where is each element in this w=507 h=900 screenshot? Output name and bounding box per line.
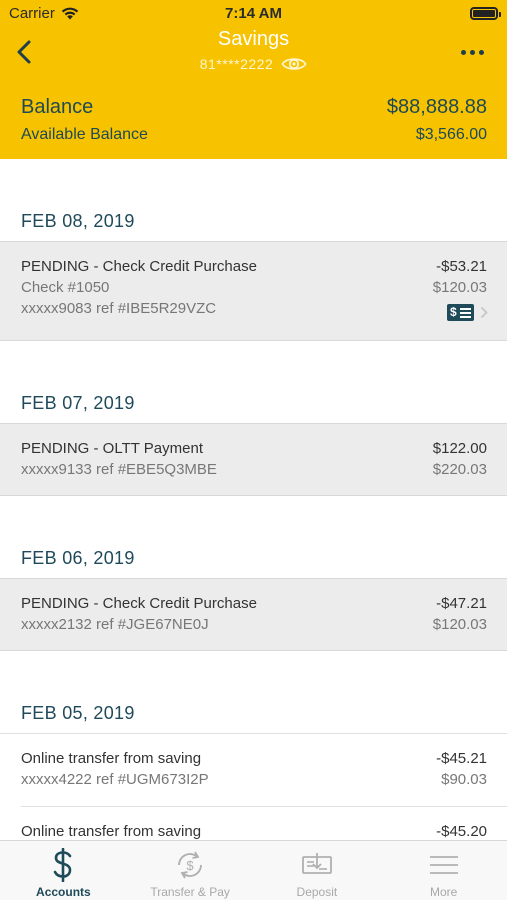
nav-bar: Savings 81****2222 (0, 28, 507, 84)
page-title: Savings (217, 28, 290, 50)
transaction-amount: $122.00 (432, 440, 487, 457)
date-label: FEB 08, 2019 (21, 211, 135, 231)
tab-accounts[interactable]: Accounts (0, 841, 127, 900)
transaction-reference: xxxxx9083 ref #IBE5R29VZC (21, 300, 217, 317)
transaction-description: PENDING - Check Credit Purchase (21, 595, 257, 612)
transaction-row[interactable]: PENDING - OLTT Payment $122.00 xxxxx9133 … (0, 423, 507, 496)
transaction-amount: -$45.20 (436, 823, 487, 840)
transaction-amount: -$53.21 (436, 258, 487, 275)
tab-bar: Accounts $ Transfer & Pay Deposit More (0, 840, 507, 900)
transaction-row[interactable]: Online transfer from saving -$45.20 (21, 806, 507, 840)
running-balance: $220.03 (432, 461, 487, 478)
tab-label: Transfer & Pay (150, 885, 230, 899)
tab-label: More (429, 885, 458, 899)
status-bar: Carrier 7:14 AM (0, 0, 507, 28)
dollar-icon (46, 848, 80, 882)
transaction-row[interactable]: PENDING - Check Credit Purchase -$53.21 C… (0, 241, 507, 341)
tab-more[interactable]: More (380, 841, 507, 900)
row-actions: $ (447, 304, 488, 321)
masked-account-number: 81****2222 (199, 56, 274, 72)
transaction-description: Online transfer from saving (21, 750, 202, 767)
transaction-amount: -$45.21 (436, 750, 487, 767)
transaction-row[interactable]: PENDING - Check Credit Purchase -$47.21 x… (0, 578, 507, 651)
available-balance-value: $3,566.00 (415, 126, 487, 143)
transaction-reference: xxxxx2132 ref #JGE67NE0J (21, 616, 209, 633)
check-number: Check #1050 (21, 279, 110, 296)
clock: 7:14 AM (225, 5, 282, 22)
date-header: FEB 07, 2019 (0, 341, 507, 423)
balance-value: $88,888.88 (386, 96, 487, 118)
account-header: Carrier 7:14 AM Savings 81****2222 Balan… (0, 0, 507, 159)
date-label: FEB 07, 2019 (21, 393, 135, 413)
transfer-icon: $ (173, 848, 207, 882)
transaction-reference: xxxxx9133 ref #EBE5Q3MBE (21, 461, 217, 478)
tab-label: Deposit (296, 885, 338, 899)
tab-transfer-pay[interactable]: $ Transfer & Pay (127, 841, 254, 900)
eye-icon[interactable] (281, 55, 307, 73)
chevron-right-icon (480, 306, 488, 319)
transaction-amount: -$47.21 (436, 595, 487, 612)
tab-deposit[interactable]: Deposit (254, 841, 381, 900)
transaction-description: Online transfer from saving (21, 823, 202, 840)
date-header: FEB 06, 2019 (0, 496, 507, 578)
svg-text:$: $ (187, 858, 195, 873)
running-balance: $120.03 (432, 616, 487, 633)
transaction-list[interactable]: FEB 08, 2019 PENDING - Check Credit Purc… (0, 159, 507, 840)
date-header: FEB 05, 2019 (0, 651, 507, 733)
date-label: FEB 05, 2019 (21, 703, 135, 723)
deposit-check-icon (300, 848, 334, 882)
tab-label: Accounts (36, 885, 91, 899)
balance-row: Balance $88,888.88 (21, 96, 487, 119)
transaction-reference: xxxxx4222 ref #UGM673I2P (21, 771, 209, 788)
transaction-row[interactable]: Online transfer from saving -$45.21 xxxxx… (0, 733, 507, 806)
hamburger-menu-icon (427, 848, 461, 882)
more-options-icon[interactable] (457, 44, 487, 60)
running-balance: $90.03 (441, 771, 487, 788)
balance-label: Balance (21, 96, 94, 118)
running-balance: $120.03 (432, 279, 487, 296)
transaction-description: PENDING - OLTT Payment (21, 440, 203, 457)
date-header: FEB 08, 2019 (0, 159, 507, 241)
check-image-icon[interactable]: $ (447, 304, 474, 321)
battery-icon (470, 7, 501, 20)
available-balance-row: Available Balance $3,566.00 (21, 126, 487, 144)
account-number-row: 81****2222 (0, 55, 507, 73)
available-balance-label: Available Balance (21, 126, 148, 143)
transaction-description: PENDING - Check Credit Purchase (21, 258, 257, 275)
date-label: FEB 06, 2019 (21, 548, 135, 568)
